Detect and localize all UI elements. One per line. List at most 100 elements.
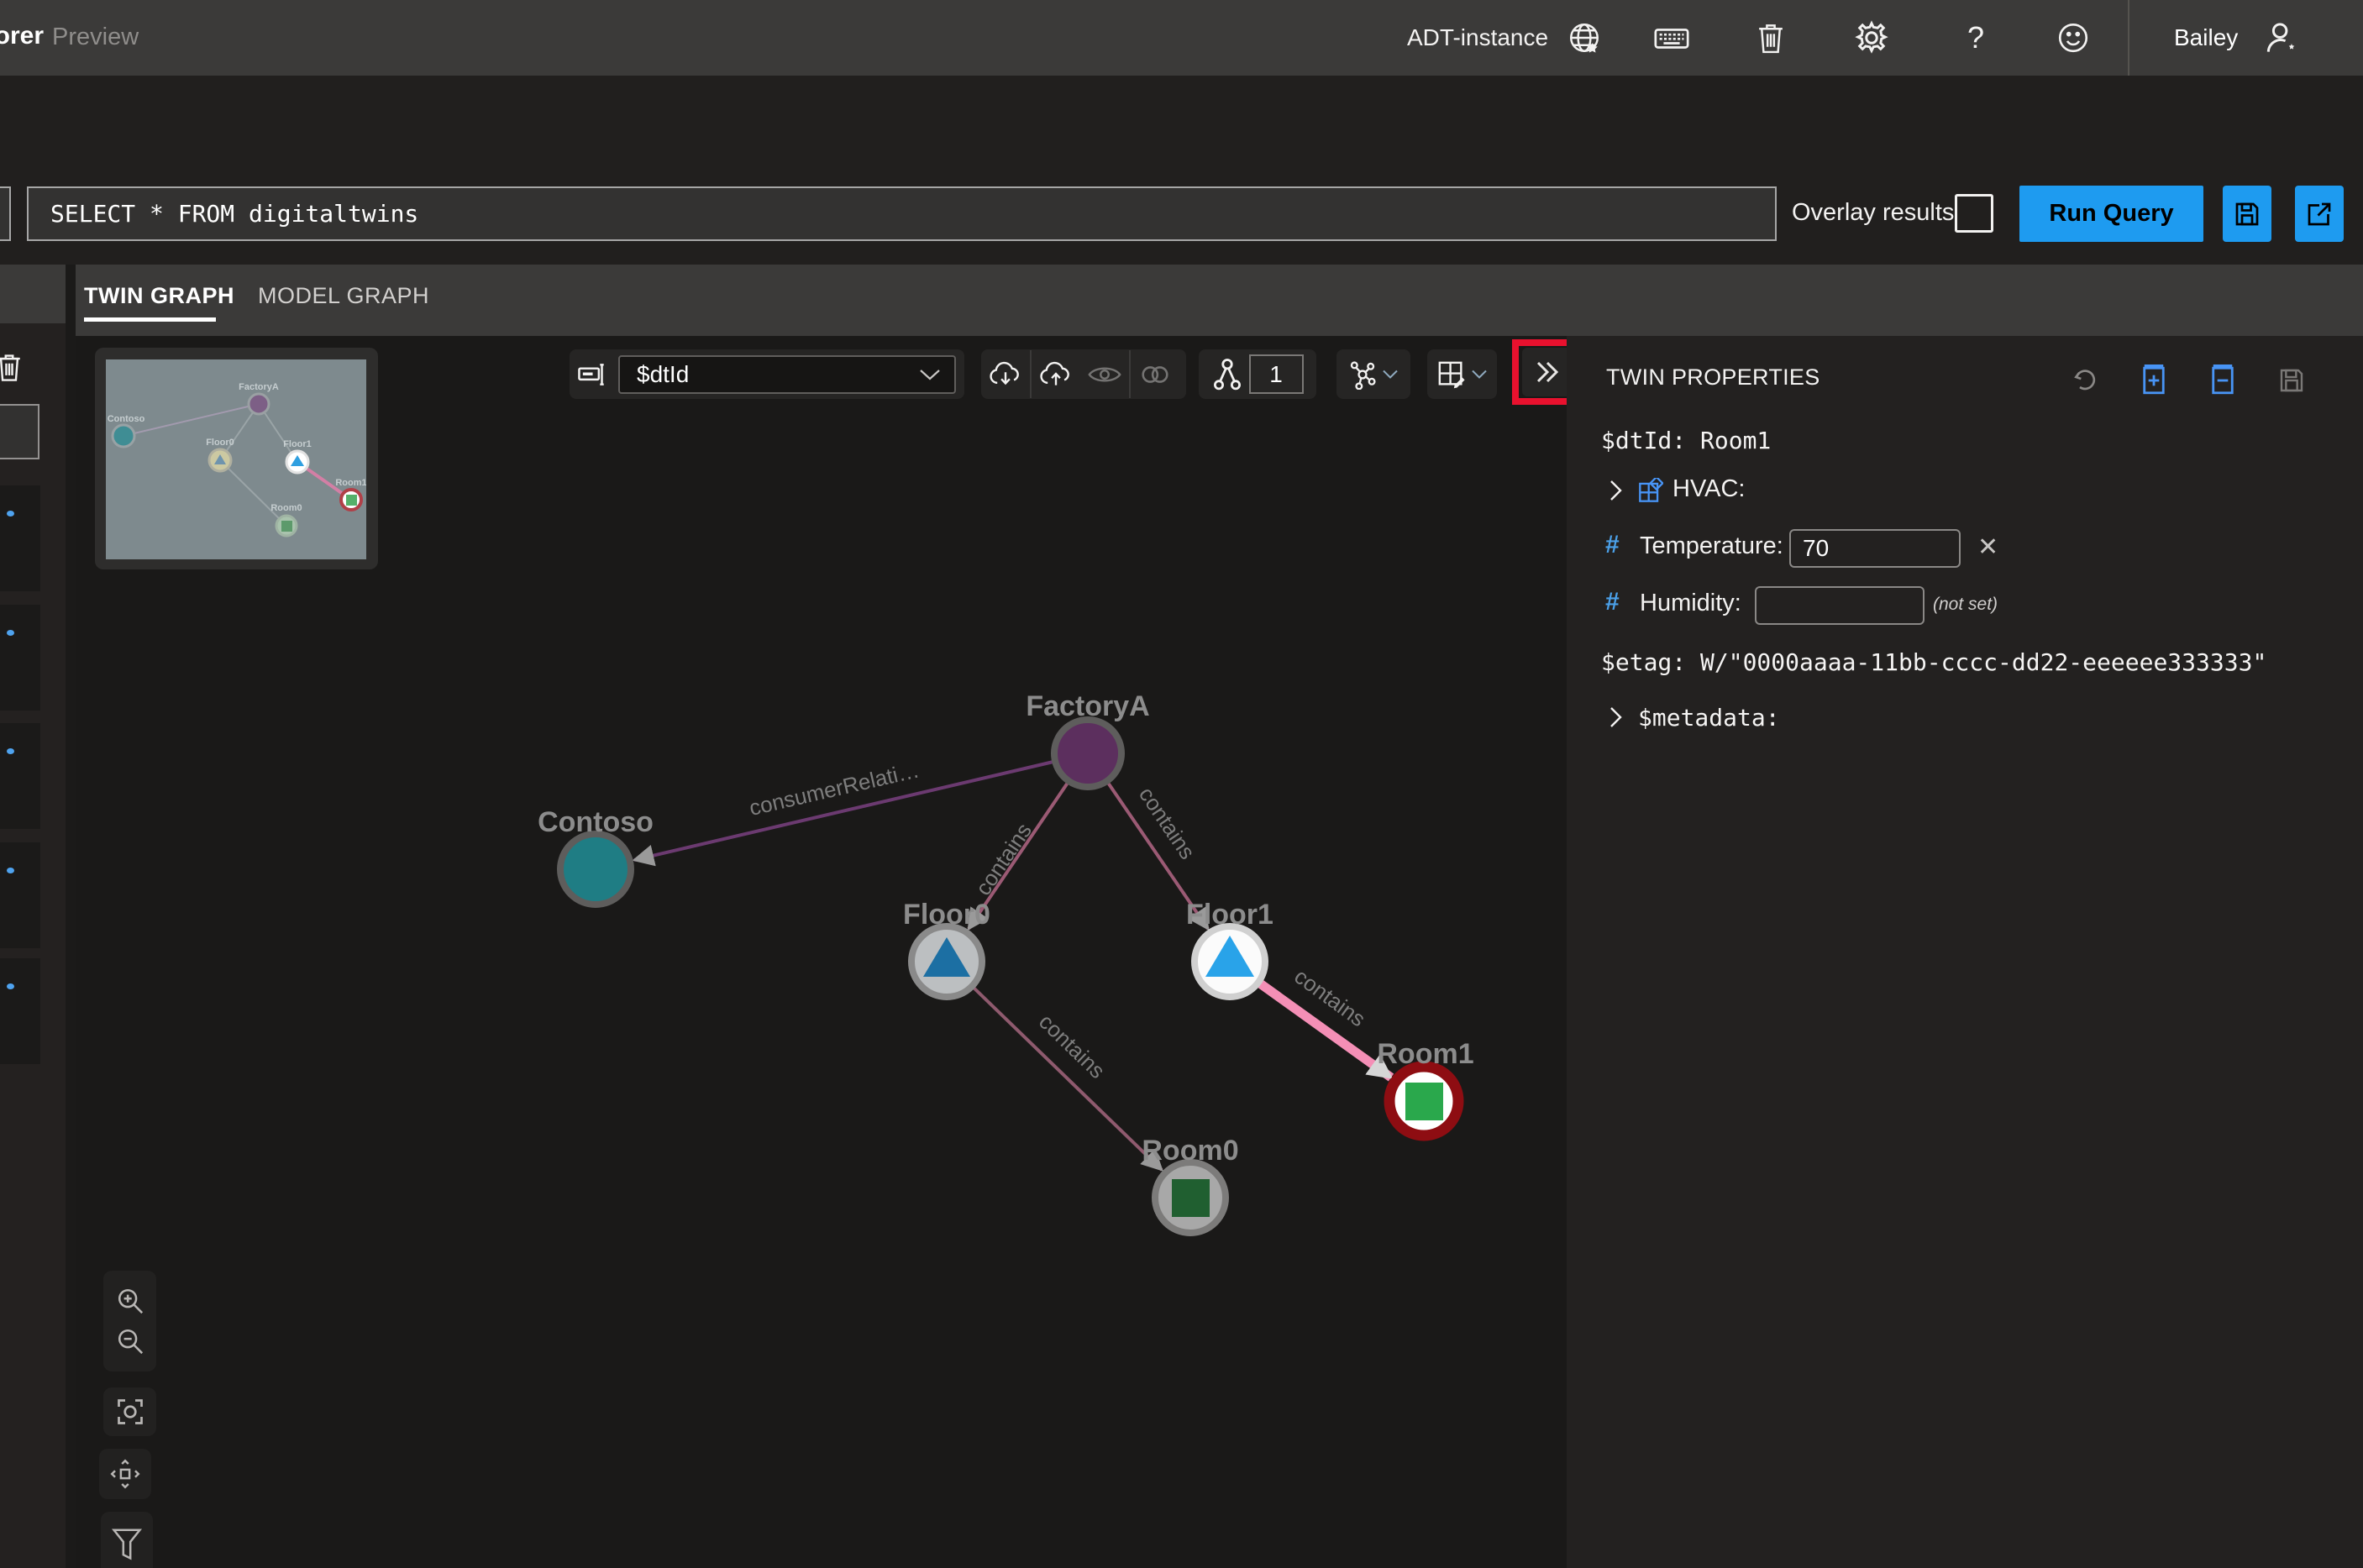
svg-text:Room0: Room0	[1142, 1135, 1238, 1167]
panel-gap	[66, 265, 76, 1568]
numeric-type-icon: #	[1605, 588, 1620, 616]
edge-floor0-room0[interactable]	[974, 988, 1162, 1170]
tab-twin-graph[interactable]: TWIN GRAPH	[84, 283, 234, 309]
user-settings-icon[interactable]	[2261, 18, 2302, 58]
topbar-divider	[2128, 0, 2129, 76]
cloud-download-icon[interactable]	[981, 350, 1030, 398]
save-query-button[interactable]	[2223, 186, 2271, 242]
gear-icon[interactable]	[1851, 18, 1892, 58]
component-expand-chevron[interactable]	[1609, 479, 1623, 502]
svg-text:Floor1: Floor1	[283, 439, 312, 449]
svg-text:Room0: Room0	[270, 503, 302, 513]
keyboard-icon[interactable]	[1651, 18, 1692, 58]
dtid-row: $dtId: Room1	[1601, 427, 1771, 454]
query-name-input-fragment[interactable]	[0, 186, 11, 241]
overlay-results-checkbox[interactable]	[1955, 194, 1993, 233]
chevron-down-icon	[1471, 369, 1488, 380]
humidity-label: Humidity:	[1640, 590, 1741, 617]
models-panel-clipped	[0, 265, 66, 1568]
model-card[interactable]	[0, 723, 40, 829]
not-set-hint: (not set)	[1933, 595, 1998, 615]
table-edit-group[interactable]	[1427, 349, 1497, 399]
graph-minimap[interactable]: FactoryA Contoso Floor0 Floor1 Room1 Roo…	[95, 348, 378, 569]
eye-icon[interactable]	[1080, 350, 1129, 398]
pan-button[interactable]	[99, 1449, 151, 1499]
link-icon[interactable]	[1131, 350, 1179, 398]
center-graph-icon	[115, 1397, 145, 1427]
active-tab-indicator	[84, 317, 216, 322]
center-graph-button[interactable]	[103, 1387, 156, 1436]
expansion-group	[1199, 349, 1316, 399]
model-dot-icon	[7, 511, 14, 517]
model-search-input[interactable]	[0, 404, 39, 459]
edge-label: contains	[1289, 963, 1370, 1031]
tab-model-graph[interactable]: MODEL GRAPH	[258, 283, 429, 309]
globe-icon[interactable]	[1564, 18, 1604, 58]
zoom-out-icon[interactable]	[116, 1327, 144, 1356]
user-name[interactable]: Bailey	[2174, 24, 2238, 51]
feedback-smiley-icon[interactable]	[2053, 18, 2093, 58]
filter-button[interactable]	[101, 1512, 153, 1568]
property-selector-value: $dtId	[637, 361, 689, 388]
model-card[interactable]	[0, 605, 40, 711]
graph-node-contoso[interactable]: Contoso	[538, 806, 654, 905]
layout-group[interactable]	[1336, 349, 1410, 399]
graph-node-room0[interactable]: Room0	[1142, 1135, 1238, 1233]
twin-properties-panel: TWIN PROPERTIES $dtId: Room1 HVAC: # Tem…	[1567, 336, 2363, 1568]
model-card[interactable]	[0, 842, 40, 948]
delete-models-icon[interactable]	[0, 351, 24, 383]
temperature-input[interactable]	[1789, 529, 1961, 568]
expand-all-icon[interactable]	[2138, 364, 2170, 396]
temperature-label: Temperature:	[1640, 532, 1783, 560]
run-query-button[interactable]: Run Query	[2019, 186, 2203, 242]
twin-graph-canvas[interactable]: consumerRelati… contains contains contai…	[76, 336, 1567, 1568]
graph-node-factorya[interactable]: FactoryA	[1026, 690, 1149, 787]
save-query-icon	[2232, 199, 2262, 229]
adt-instance-label[interactable]: ADT-instance	[1407, 24, 1548, 51]
help-icon[interactable]: ?	[1956, 18, 1996, 58]
chevron-down-icon	[919, 368, 941, 381]
model-card[interactable]	[0, 958, 40, 1064]
layout-icon	[1348, 359, 1377, 390]
overlay-results-label: Overlay results	[1792, 199, 1954, 227]
cloud-upload-icon[interactable]	[1032, 350, 1080, 398]
query-input[interactable]	[27, 186, 1777, 241]
app-title: lorer	[0, 22, 44, 55]
undo-icon[interactable]	[2069, 364, 2101, 396]
svg-text:Contoso: Contoso	[108, 414, 145, 424]
svg-text:Floor0: Floor0	[206, 438, 234, 448]
property-selector-dropdown[interactable]: $dtId	[618, 355, 956, 394]
property-display-group: $dtId	[570, 349, 964, 399]
filter-icon	[111, 1528, 143, 1563]
model-dot-icon	[7, 748, 14, 754]
component-icon	[1638, 478, 1663, 503]
table-edit-icon	[1437, 360, 1466, 389]
zoom-in-icon[interactable]	[116, 1287, 144, 1315]
chevron-down-icon	[1382, 369, 1399, 380]
etag-row: $etag: W/"0000aaaa-11bb-cccc-dd22-eeeeee…	[1601, 648, 2266, 676]
svg-text:FactoryA: FactoryA	[1026, 690, 1149, 722]
clear-value-icon[interactable]: ✕	[1977, 532, 1998, 562]
save-icon[interactable]	[2276, 364, 2308, 396]
humidity-input[interactable]	[1755, 586, 1925, 625]
graph-node-floor0[interactable]: Floor0	[903, 899, 990, 997]
edge-label: contains	[970, 818, 1037, 899]
graph-io-group	[981, 349, 1186, 399]
numeric-type-icon: #	[1605, 531, 1620, 559]
expansion-level-input[interactable]	[1249, 354, 1304, 394]
svg-text:Room1: Room1	[1377, 1038, 1473, 1070]
metadata-expand-chevron[interactable]	[1609, 705, 1623, 729]
models-panel-header	[0, 265, 66, 323]
graph-node-room1-selected[interactable]: Room1	[1377, 1038, 1473, 1135]
pan-icon	[109, 1458, 141, 1490]
tab-bar: TWIN GRAPH MODEL GRAPH	[76, 265, 2363, 336]
graph-node-floor1[interactable]: Floor1	[1186, 899, 1273, 997]
minimap-viewport: FactoryA Contoso Floor0 Floor1 Room1 Roo…	[106, 359, 366, 559]
trash-icon[interactable]	[1751, 18, 1791, 58]
preview-badge: Preview	[52, 24, 139, 51]
relationship-expand-icon[interactable]	[1212, 358, 1242, 391]
collapse-all-icon[interactable]	[2207, 364, 2239, 396]
model-card[interactable]	[0, 485, 40, 591]
share-query-button[interactable]	[2295, 186, 2344, 242]
svg-text:Floor1: Floor1	[1186, 899, 1273, 931]
